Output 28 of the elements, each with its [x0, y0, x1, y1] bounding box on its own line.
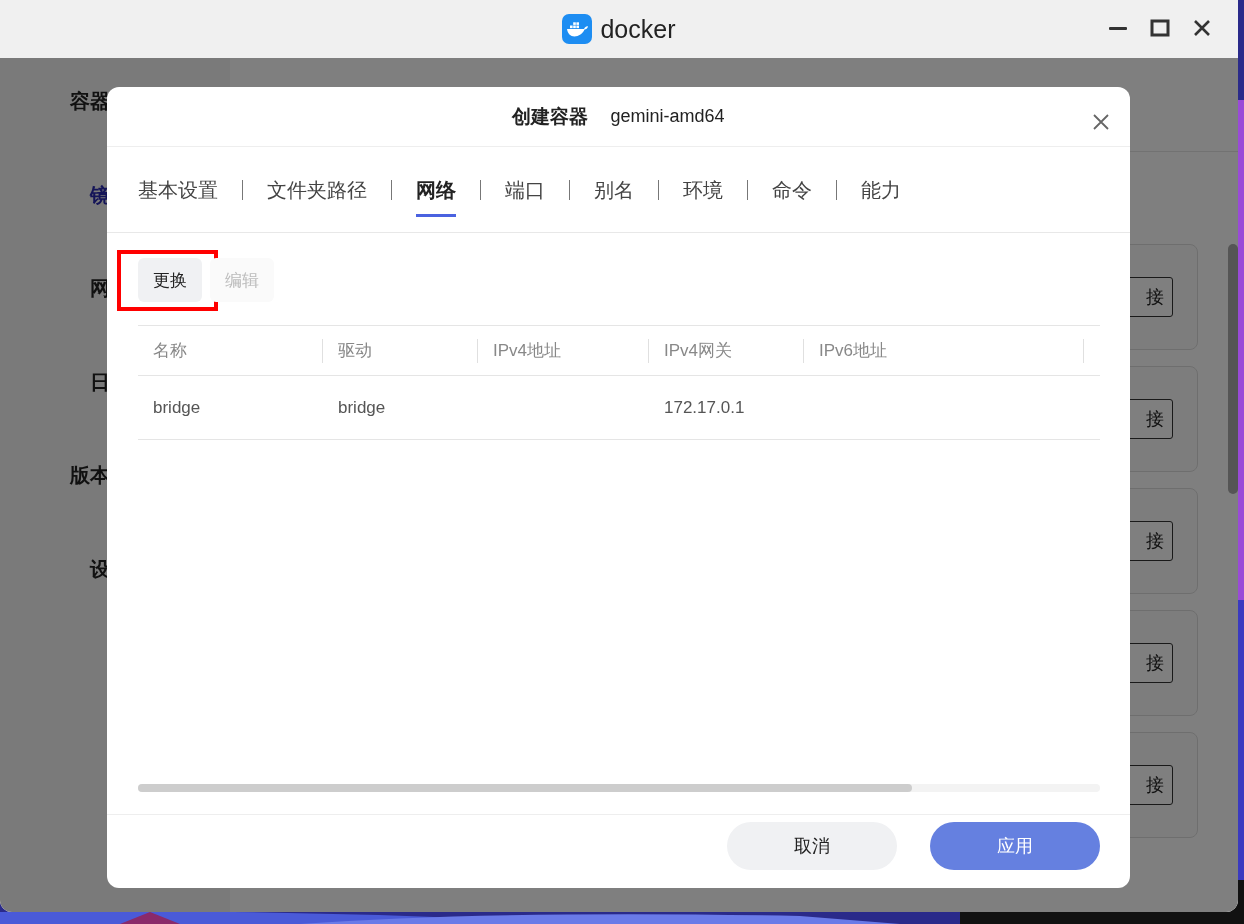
column-header: 驱动	[338, 340, 372, 362]
tab[interactable]: 基本设置	[138, 165, 218, 217]
tab[interactable]: 端口	[505, 165, 545, 217]
dialog-subtitle: gemini-amd64	[610, 106, 725, 127]
tab[interactable]: 网络	[416, 165, 456, 217]
whale-logo-icon	[562, 14, 593, 44]
tab[interactable]: 能力	[861, 165, 901, 217]
table-cell: 172.17.0.1	[664, 397, 745, 417]
window-title: docker	[600, 14, 676, 44]
cancel-button[interactable]: 取消	[727, 821, 897, 870]
sidebar-item[interactable]: 容器	[70, 88, 110, 115]
replace-button[interactable]: 更换	[138, 258, 202, 302]
tab[interactable]: 命令	[772, 165, 812, 217]
horizontal-scrollbar[interactable]	[138, 784, 1100, 792]
column-header: IPv6地址	[819, 340, 888, 362]
table-cell: bridge	[153, 397, 201, 417]
maximize-icon[interactable]	[1150, 18, 1170, 38]
close-icon[interactable]	[1192, 18, 1212, 38]
column-header: IPv4地址	[493, 340, 562, 362]
column-header: IPv4网关	[664, 340, 733, 362]
table-cell: bridge	[338, 397, 386, 417]
tab[interactable]: 环境	[683, 165, 723, 217]
tab[interactable]: 文件夹路径	[267, 165, 367, 217]
column-header: 名称	[153, 340, 187, 362]
dialog-title: 创建容器	[512, 104, 589, 129]
apply-button[interactable]: 应用	[930, 821, 1100, 870]
tab[interactable]: 别名	[594, 165, 634, 217]
sidebar-item[interactable]: 设	[90, 555, 110, 583]
